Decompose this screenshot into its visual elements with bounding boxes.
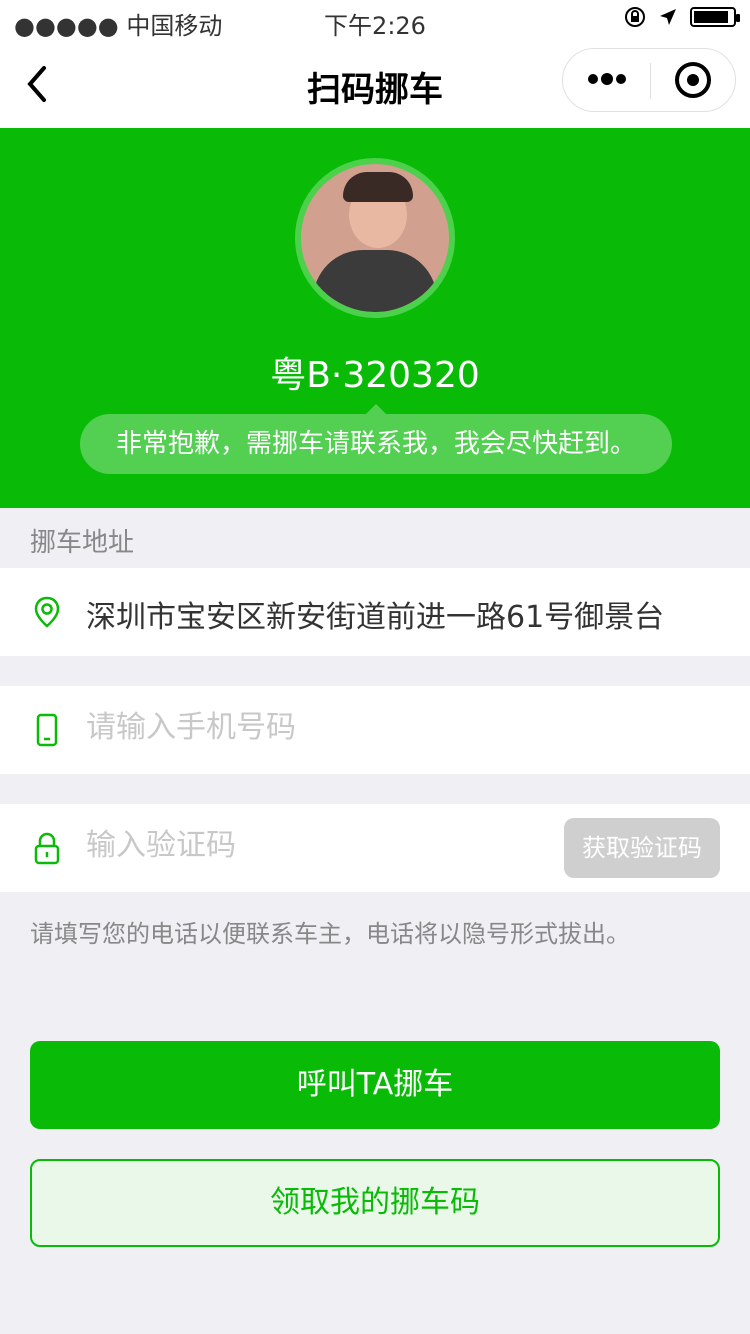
mini-program-capsule [562,48,736,112]
capsule-divider [650,63,651,99]
status-bar: ●●●●● 中国移动 下午2:26 [0,0,750,40]
location-arrow-icon [660,9,676,25]
address-value: 深圳市宝安区新安街道前进一路61号御景台 [86,600,665,635]
lock-icon [34,832,60,865]
status-icons [624,6,740,28]
address-row: 深圳市宝安区新安街道前进一路61号御景台 [0,568,750,656]
get-move-code-button[interactable]: 领取我的挪车码 [30,1159,720,1247]
license-plate: 粤B·320320 [270,355,480,396]
rotation-lock-icon [625,7,645,27]
call-owner-button[interactable]: 呼叫TA挪车 [30,1041,720,1129]
nav-bar: 扫码挪车 [0,40,750,128]
get-code-button[interactable]: 获取验证码 [564,818,720,878]
privacy-hint: 请填写您的电话以便联系车主，电话将以隐号形式拔出。 [30,920,630,948]
verify-row: 获取验证码 [0,804,750,892]
owner-message: 非常抱歉，需挪车请联系我，我会尽快赶到。 [80,404,672,474]
owner-header: 粤B·320320 非常抱歉，需挪车请联系我，我会尽快赶到。 [0,128,750,508]
verify-code-input[interactable] [86,828,546,863]
phone-row [0,686,750,774]
more-button[interactable] [585,63,629,99]
more-dots-icon [588,73,626,85]
address-section-label: 挪车地址 [30,528,135,558]
avatar [295,158,455,318]
battery-icon [690,7,740,27]
location-pin-icon [34,596,60,628]
phone-icon [36,713,58,747]
target-icon[interactable] [675,62,711,98]
phone-input[interactable] [86,710,546,745]
